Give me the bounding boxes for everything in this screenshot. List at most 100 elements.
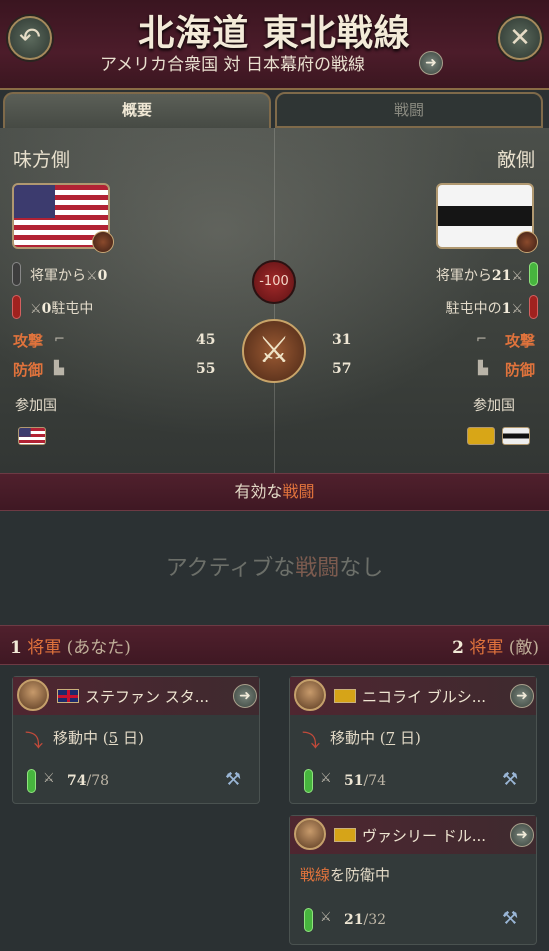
friendly-generals-header-suffix: (あなた) bbox=[66, 638, 131, 658]
enemy-leader-badge-icon bbox=[516, 231, 538, 253]
troops-icon: ⚔ bbox=[511, 269, 523, 284]
arrow-right-icon: ➜ bbox=[516, 827, 528, 843]
friendly-stationed-label: 駐屯中 bbox=[51, 301, 94, 317]
general-troops: 74/78 bbox=[67, 773, 109, 789]
enemy-stationed-row: 駐屯中の1⚔ bbox=[446, 298, 523, 318]
country-flag-yellow bbox=[334, 689, 356, 703]
orders-tool-icon[interactable]: ⚒ bbox=[502, 769, 530, 793]
friendly-defense-label: 防御 bbox=[13, 361, 44, 379]
troops-icon: ⚔ bbox=[320, 771, 332, 786]
enemy-generals-header-label: 将軍 bbox=[469, 638, 504, 658]
participant-flag-yellow[interactable] bbox=[467, 427, 495, 445]
no-battles-suffix: なし bbox=[339, 556, 384, 581]
enemy-participants-label: 参加国 bbox=[473, 398, 515, 414]
troops-icon: ⚔ bbox=[511, 302, 523, 317]
friendly-stationed-indicator bbox=[12, 295, 21, 319]
orders-tool-icon[interactable]: ⚒ bbox=[225, 769, 253, 793]
tab-overview-label: 概要 bbox=[121, 101, 152, 119]
general-status-rest: を防衛中 bbox=[330, 866, 391, 884]
general-card[interactable]: ステファン スタ... ➜ ⤵ 移動中 (5 日) ⚔ 74/78 ⚒ bbox=[12, 676, 260, 804]
friendly-generals-count: 0 bbox=[97, 268, 108, 284]
general-status-prefix: 移動中 ( bbox=[53, 729, 109, 747]
enemy-stationed-label: 駐屯中の bbox=[445, 301, 502, 317]
tab-battles[interactable]: 戦闘 bbox=[275, 92, 543, 128]
friendly-generals-row: 将軍から⚔0 bbox=[30, 265, 107, 285]
active-battles-title: 有効な戦闘 bbox=[0, 474, 549, 510]
friendly-generals-header-count: 1 bbox=[10, 638, 22, 658]
enemy-generals-header-count: 2 bbox=[452, 638, 464, 658]
page-title: 北海道 東北戦線 bbox=[138, 12, 411, 54]
general-name: ステファン スタ... bbox=[85, 688, 210, 706]
friendly-leader-badge-icon bbox=[92, 231, 114, 253]
general-status-days: 7 bbox=[385, 729, 396, 747]
general-troops: 21/32 bbox=[344, 912, 386, 928]
friendly-participants-label: 参加国 bbox=[15, 398, 57, 414]
general-troops-max: /78 bbox=[86, 773, 110, 789]
friendly-generals-indicator bbox=[12, 262, 21, 286]
country-flag-yellow bbox=[334, 828, 356, 842]
participant-flag-usa[interactable] bbox=[18, 427, 46, 445]
troops-icon: ⚔ bbox=[30, 302, 42, 317]
active-battles-title-accent: 戦闘 bbox=[282, 482, 315, 501]
moving-icon: ⤵ bbox=[302, 731, 320, 752]
enemy-stationed-indicator bbox=[529, 295, 538, 319]
close-button[interactable]: ✕ bbox=[498, 16, 542, 60]
general-card-header: ニコライ ブルシ... ➜ bbox=[290, 677, 536, 715]
orders-tool-icon[interactable]: ⚒ bbox=[502, 908, 530, 932]
fortification-icon: ▙ bbox=[478, 361, 488, 376]
close-icon: ✕ bbox=[509, 23, 531, 53]
overview-panel: 味方側 将軍から⚔0 ⚔0駐屯中 攻撃 ⌐ 45 防御 ▙ 55 参加国 -10… bbox=[0, 128, 549, 473]
general-status-prefix: 移動中 ( bbox=[330, 729, 386, 747]
general-go-button[interactable]: ➜ bbox=[510, 823, 534, 847]
general-card[interactable]: ニコライ ブルシ... ➜ ⤵ 移動中 (7 日) ⚔ 51/74 ⚒ bbox=[289, 676, 537, 804]
enemy-generals-label: 将軍から bbox=[435, 268, 492, 284]
general-portrait bbox=[294, 818, 326, 850]
friendly-attack-label: 攻撃 bbox=[13, 332, 44, 350]
friendly-stationed-row: ⚔0駐屯中 bbox=[30, 298, 93, 318]
page-subtitle: アメリカ合衆国 対 日本幕府の戦線 bbox=[100, 55, 365, 75]
country-flag-uk bbox=[57, 689, 79, 703]
troops-icon: ⚔ bbox=[320, 910, 332, 925]
general-name: ヴァシリー ドル... bbox=[362, 827, 487, 845]
friendly-defense-value: 55 bbox=[196, 361, 216, 377]
tab-overview[interactable]: 概要 bbox=[3, 92, 271, 128]
enemy-defense-label: 防御 bbox=[504, 361, 535, 379]
war-score-badge: -100 bbox=[252, 260, 296, 304]
general-troops: 51/74 bbox=[344, 773, 386, 789]
header-bar: ↶ 北海道 東北戦線 アメリカ合衆国 対 日本幕府の戦線 ➜ ✕ bbox=[0, 0, 549, 90]
arrow-right-icon: ➜ bbox=[239, 688, 251, 704]
enemy-defense-value: 57 bbox=[332, 361, 352, 377]
general-status: 移動中 (7 日) bbox=[330, 727, 421, 748]
friendly-generals-label: 将軍から bbox=[30, 268, 86, 284]
enemy-side-label: 敵側 bbox=[496, 149, 535, 171]
no-battles-accent: 戦闘 bbox=[295, 556, 340, 581]
general-status-accent: 戦線 bbox=[300, 866, 331, 884]
general-go-button[interactable]: ➜ bbox=[233, 684, 257, 708]
active-battles-banner: 有効な戦闘 bbox=[0, 473, 549, 511]
no-battles-prefix: アクティブな bbox=[165, 556, 296, 581]
general-status: 戦線を防衛中 bbox=[300, 864, 390, 885]
general-go-button[interactable]: ➜ bbox=[510, 684, 534, 708]
general-card-header: ステファン スタ... ➜ bbox=[13, 677, 259, 715]
general-portrait bbox=[294, 679, 326, 711]
general-portrait bbox=[17, 679, 49, 711]
general-card[interactable]: ヴァシリー ドル... ➜ 戦線を防衛中 ⚔ 21/32 ⚒ bbox=[289, 815, 537, 945]
friendly-side-label: 味方側 bbox=[13, 149, 71, 171]
moving-icon: ⤵ bbox=[25, 731, 43, 752]
general-status-suffix: 日) bbox=[395, 729, 421, 747]
arrow-right-icon: ➜ bbox=[516, 688, 528, 704]
general-status-days: 5 bbox=[108, 729, 119, 747]
enemy-stationed-count: 1 bbox=[501, 301, 512, 317]
general-readiness-indicator bbox=[304, 908, 313, 932]
friendly-generals-header-label: 将軍 bbox=[27, 638, 62, 658]
general-troops-current: 51 bbox=[344, 773, 364, 789]
general-readiness-indicator bbox=[304, 769, 313, 793]
participant-flag-bw[interactable] bbox=[502, 427, 530, 445]
enemy-generals-count: 21 bbox=[491, 268, 512, 284]
go-to-front-button[interactable]: ➜ bbox=[419, 51, 443, 75]
arrow-right-icon: ➜ bbox=[425, 55, 437, 71]
no-battles-message: アクティブな戦闘なし bbox=[0, 550, 549, 582]
general-status: 移動中 (5 日) bbox=[53, 727, 144, 748]
general-card-header: ヴァシリー ドル... ➜ bbox=[290, 816, 536, 854]
general-troops-max: /74 bbox=[363, 773, 387, 789]
